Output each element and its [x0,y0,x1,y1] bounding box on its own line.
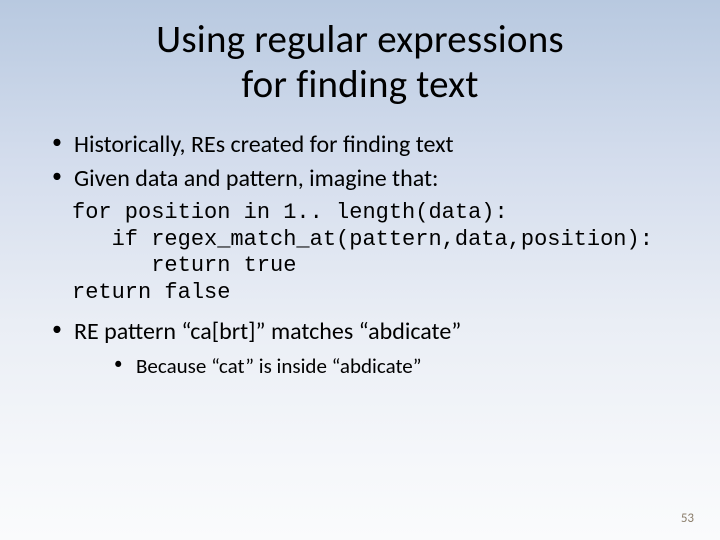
bullet-list: Historically, REs created for finding te… [36,130,684,194]
slide-title: Using regular expressions for finding te… [36,18,684,108]
title-line-1: Using regular expressions [156,16,564,63]
bullet-list-2: RE pattern “ca[brt]” matches “abdicate” … [36,317,684,380]
sub-bullet-list: Because “cat” is inside “abdicate” [74,353,684,380]
sub-bullet-item-1: Because “cat” is inside “abdicate” [114,353,684,380]
page-number: 53 [681,511,694,526]
title-line-2: for finding text [241,61,478,108]
bullet-item-2: Given data and pattern, imagine that: [52,164,684,194]
bullet-item-1: Historically, REs created for finding te… [52,130,684,160]
code-block: for position in 1.. length(data): if reg… [72,200,684,307]
bullet-item-3: RE pattern “ca[brt]” matches “abdicate” … [52,317,684,380]
bullet-item-3-text: RE pattern “ca[brt]” matches “abdicate” [74,317,461,346]
slide-content: Using regular expressions for finding te… [0,0,720,380]
